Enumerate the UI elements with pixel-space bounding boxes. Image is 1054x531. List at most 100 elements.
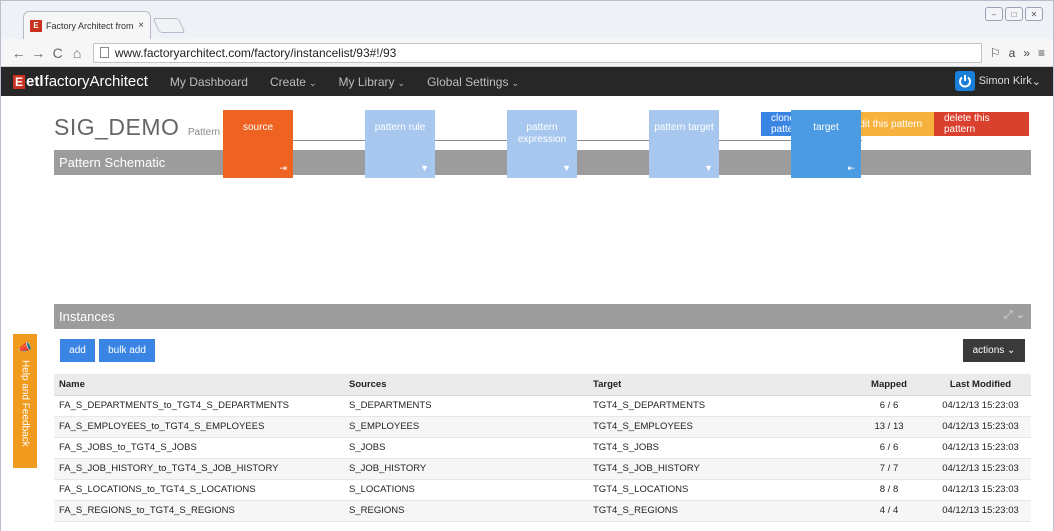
nav-label: Global Settings bbox=[427, 74, 509, 89]
node-label: source bbox=[242, 122, 273, 133]
instance-mapped: 6 / 6 bbox=[848, 437, 930, 459]
instance-mapped: 6 / 6 bbox=[848, 395, 930, 417]
instance-modified: 04/12/13 15:23:03 bbox=[930, 500, 1031, 522]
chevron-down-icon: ⌄ bbox=[308, 77, 317, 88]
instance-name[interactable]: FA_S_JOB_HISTORY_to_TGT4_S_JOB_HISTORY bbox=[54, 458, 344, 480]
column-last-modified[interactable]: Last Modified bbox=[930, 374, 1031, 396]
instance-source: S_REGIONS bbox=[344, 500, 588, 522]
tab-title: Factory Architect from ETL bbox=[46, 20, 135, 31]
url-text: www.factoryarchitect.com/factory/instanc… bbox=[114, 45, 397, 60]
column-sources[interactable]: Sources bbox=[344, 374, 588, 396]
instance-target: TGT4_S_JOBS bbox=[588, 437, 848, 459]
instance-target: TGT4_S_EMPLOYEES bbox=[588, 416, 848, 438]
nav-my-library[interactable]: My Library ⌄ bbox=[339, 75, 406, 89]
instance-source: S_JOB_HISTORY bbox=[344, 458, 588, 480]
instance-source: S_DEPARTMENTS bbox=[344, 395, 588, 417]
instance-modified: 04/12/13 15:23:03 bbox=[930, 437, 1031, 459]
user-menu[interactable]: Simon Kirk ⌄ bbox=[954, 71, 1041, 91]
bulk-add-button[interactable]: bulk add bbox=[99, 339, 155, 362]
logo-product: factoryArchitect bbox=[44, 73, 148, 90]
table-row[interactable]: FA_S_EMPLOYEES_to_TGT4_S_EMPLOYEES S_EMP… bbox=[54, 416, 1031, 438]
nav-global-settings[interactable]: Global Settings ⌄ bbox=[427, 75, 519, 89]
user-name: Simon Kirk bbox=[978, 75, 1032, 87]
input-icon: ⇤ bbox=[847, 163, 855, 173]
node-pattern-expression[interactable]: pattern expression ▼ bbox=[507, 110, 577, 178]
extension-icon[interactable]: ⚐ bbox=[990, 46, 1001, 60]
instance-target: TGT4_S_REGIONS bbox=[588, 500, 848, 522]
node-label: pattern rule bbox=[374, 122, 426, 133]
app-navbar: E etl factoryArchitect My Dashboard Crea… bbox=[1, 67, 1053, 96]
browser-toolbar: ← → C ⌂ www.factoryarchitect.com/factory… bbox=[1, 39, 1053, 67]
instance-name[interactable]: FA_S_REGIONS_to_TGT4_S_REGIONS bbox=[54, 500, 344, 522]
minimize-button[interactable]: – bbox=[985, 7, 1003, 21]
nav-label: My Library bbox=[338, 74, 395, 89]
logo-etl: etl bbox=[26, 73, 44, 90]
help-feedback-tab[interactable]: 📣 Help and Feedback bbox=[13, 334, 37, 468]
instance-name[interactable]: FA_S_EMPLOYEES_to_TGT4_S_EMPLOYEES bbox=[54, 416, 344, 438]
close-window-button[interactable]: ✕ bbox=[1025, 7, 1043, 21]
delete-pattern-button[interactable]: delete this pattern bbox=[934, 112, 1029, 136]
extensions-area: ⚐ a » ≡ bbox=[990, 46, 1045, 60]
column-target[interactable]: Target bbox=[588, 374, 848, 396]
instances-heading: Instances ⤢ ⌄ bbox=[54, 304, 1031, 329]
more-extensions-icon[interactable]: » bbox=[1023, 46, 1030, 60]
filter-icon: ▼ bbox=[562, 163, 571, 173]
column-mapped[interactable]: Mapped bbox=[848, 374, 930, 396]
instance-name[interactable]: FA_S_JOBS_to_TGT4_S_JOBS bbox=[54, 437, 344, 459]
nav-label: Create bbox=[269, 74, 306, 89]
node-source[interactable]: source ⇥ bbox=[223, 110, 293, 178]
filter-icon: ▼ bbox=[420, 163, 429, 173]
maximize-button[interactable]: □ bbox=[1005, 7, 1023, 21]
table-row[interactable]: FA_S_LOCATIONS_to_TGT4_S_LOCATIONS S_LOC… bbox=[54, 479, 1031, 501]
reload-button[interactable]: C bbox=[48, 45, 67, 61]
instance-name[interactable]: FA_S_LOCATIONS_to_TGT4_S_LOCATIONS bbox=[54, 479, 344, 501]
section-title: Instances bbox=[59, 309, 115, 324]
window-controls: – □ ✕ bbox=[985, 7, 1043, 21]
nav-my-dashboard[interactable]: My Dashboard bbox=[170, 75, 248, 89]
forward-button[interactable]: → bbox=[28, 45, 47, 61]
table-row[interactable]: FA_S_JOB_HISTORY_to_TGT4_S_JOB_HISTORY S… bbox=[54, 458, 1031, 480]
node-label: target bbox=[813, 122, 839, 133]
actions-dropdown[interactable]: actions ⌄ bbox=[963, 339, 1025, 362]
add-instance-button[interactable]: add bbox=[60, 339, 95, 362]
instance-mapped: 13 / 13 bbox=[848, 416, 930, 438]
favicon-icon: E bbox=[30, 19, 42, 32]
instances-table: Name Sources Target Mapped Last Modified… bbox=[54, 374, 1031, 522]
instance-modified: 04/12/13 15:23:03 bbox=[930, 479, 1031, 501]
instance-source: S_EMPLOYEES bbox=[344, 416, 588, 438]
table-row[interactable]: FA_S_JOBS_to_TGT4_S_JOBS S_JOBS TGT4_S_J… bbox=[54, 437, 1031, 459]
instance-name[interactable]: FA_S_DEPARTMENTS_to_TGT4_S_DEPARTMENTS bbox=[54, 395, 344, 417]
instance-mapped: 8 / 8 bbox=[848, 479, 930, 501]
amazon-extension-icon[interactable]: a bbox=[1009, 46, 1016, 60]
browser-tab[interactable]: E Factory Architect from ETL × bbox=[23, 11, 151, 39]
node-pattern-rule[interactable]: pattern rule ▼ bbox=[365, 110, 435, 178]
instance-mapped: 7 / 7 bbox=[848, 458, 930, 480]
page-title: SIG_DEMO bbox=[54, 114, 180, 140]
home-button[interactable]: ⌂ bbox=[67, 45, 86, 61]
browser-window: E Factory Architect from ETL × – □ ✕ ← →… bbox=[0, 0, 1054, 531]
table-header-row: Name Sources Target Mapped Last Modified bbox=[54, 374, 1031, 396]
node-pattern-target[interactable]: pattern target ▼ bbox=[649, 110, 719, 178]
table-row[interactable]: FA_S_REGIONS_to_TGT4_S_REGIONS S_REGIONS… bbox=[54, 500, 1031, 522]
back-button[interactable]: ← bbox=[9, 45, 28, 61]
nav-create[interactable]: Create ⌄ bbox=[270, 75, 317, 89]
table-row[interactable]: FA_S_DEPARTMENTS_to_TGT4_S_DEPARTMENTS S… bbox=[54, 395, 1031, 417]
output-icon: ⇥ bbox=[279, 163, 287, 173]
instance-source: S_JOBS bbox=[344, 437, 588, 459]
filter-icon: ▼ bbox=[704, 163, 713, 173]
chevron-down-icon: ⌄ bbox=[397, 77, 406, 88]
close-icon[interactable]: × bbox=[138, 20, 144, 31]
collapse-icon[interactable]: ⤢ ⌄ bbox=[1004, 308, 1025, 322]
instance-mapped: 4 / 4 bbox=[848, 500, 930, 522]
instance-modified: 04/12/13 15:23:03 bbox=[930, 395, 1031, 417]
section-title: Pattern Schematic bbox=[59, 155, 166, 170]
app-logo[interactable]: E etl factoryArchitect bbox=[13, 73, 148, 90]
node-target[interactable]: target ⇤ bbox=[791, 110, 861, 178]
address-bar[interactable]: www.factoryarchitect.com/factory/instanc… bbox=[92, 42, 982, 63]
column-name[interactable]: Name bbox=[54, 374, 344, 396]
new-tab-button[interactable] bbox=[152, 18, 186, 33]
menu-icon[interactable]: ≡ bbox=[1038, 46, 1045, 60]
power-icon[interactable] bbox=[954, 71, 975, 91]
instance-target: TGT4_S_JOB_HISTORY bbox=[588, 458, 848, 480]
help-feedback-label: Help and Feedback bbox=[19, 360, 31, 447]
